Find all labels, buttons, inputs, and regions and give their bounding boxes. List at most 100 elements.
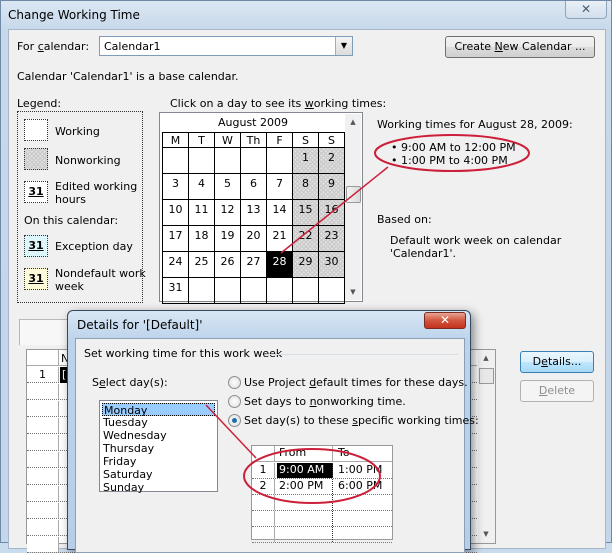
working-time-item: • 1:00 PM to 4:00 PM [391,154,508,167]
delete-button[interactable]: Delete [520,380,594,402]
calendar-dropdown[interactable]: Calendar1 ▼ [99,36,353,56]
times-row[interactable]: 1 9:00 AM 1:00 PM [252,463,392,479]
calendar-day-28[interactable]: 28 [266,251,293,278]
calendar-empty-cell [266,277,293,304]
option-nonworking-label[interactable]: Set days to nonworking time. [244,395,406,408]
details-button[interactable]: Details... [520,351,594,373]
calendar-empty-cell [266,147,293,174]
dialog-client-area: Set working time for this work week Sele… [75,338,479,553]
day-option-wednesday[interactable]: Wednesday [102,429,215,442]
working-time-item: • 9:00 AM to 12:00 PM [391,141,516,154]
nondefault-week-swatch: 31 [24,268,48,290]
grid-scrollbar[interactable]: ▲ ▼ [478,350,495,543]
calendar-day-22[interactable]: 22 [292,225,319,252]
weekday-header: Th [240,132,267,148]
day-option-friday[interactable]: Friday [102,455,215,468]
calendar-day-29[interactable]: 29 [292,251,319,278]
times-row[interactable] [252,527,392,543]
to-time-cell[interactable] [335,527,390,542]
legend-edited-label: Edited working hours [55,180,138,206]
day-option-sunday[interactable]: Sunday [102,481,215,494]
calendar-day-25[interactable]: 25 [188,251,215,278]
calendar-day-31[interactable]: 31 [162,277,189,304]
based-on-label: Based on: [377,213,432,226]
radio-default-times[interactable] [228,376,241,389]
working-times-grid[interactable]: From To 1 9:00 AM 1:00 PM 2 2:00 PM 6:00 PM [251,445,393,543]
from-time-cell[interactable] [277,495,333,510]
day-option-tuesday[interactable]: Tuesday [102,416,215,429]
legend-exception-label: Exception day [55,240,133,253]
calendar-day-2[interactable]: 2 [318,147,345,174]
option-specific-times-label[interactable]: Set day(s) to these specific working tim… [244,414,479,427]
base-calendar-note: Calendar 'Calendar1' is a base calendar. [17,70,239,83]
day-option-saturday[interactable]: Saturday [102,468,215,481]
calendar-month-title: August 2009 [218,116,288,129]
calendar-scrollbar[interactable]: ▲ ▼ [345,114,361,300]
weekday-header: M [162,132,189,148]
calendar-day-18[interactable]: 18 [188,225,215,252]
from-time-cell[interactable]: 2:00 PM [277,479,333,494]
from-time-cell[interactable]: 9:00 AM [277,463,333,478]
calendar-day-8[interactable]: 8 [292,173,319,200]
group-divider [266,354,458,355]
to-time-cell[interactable]: 6:00 PM [335,479,390,494]
times-row[interactable] [252,495,392,511]
scroll-thumb[interactable] [346,186,361,203]
calendar-day-27[interactable]: 27 [240,251,267,278]
calendar-day-6[interactable]: 6 [240,173,267,200]
based-on-value: Default work week on calendar 'Calendar1'… [390,234,562,260]
close-icon[interactable]: ✕ [424,312,466,329]
legend-nondefault-label: Nondefault work week [55,267,146,293]
chevron-down-icon[interactable]: ▼ [335,37,352,55]
weekday-header: S [292,132,319,148]
calendar-day-26[interactable]: 26 [214,251,241,278]
calendar-day-5[interactable]: 5 [214,173,241,200]
calendar-day-11[interactable]: 11 [188,199,215,226]
to-time-cell[interactable] [335,495,390,510]
edited-hours-swatch: 31 [24,181,48,203]
calendar-instruction: Click on a day to see its working times: [170,97,387,110]
month-calendar[interactable]: August 2009 M T W Th F S S 1 2 3 4 5 6 7 8 9 10 11 12 13 14… [159,112,363,304]
times-row[interactable]: 2 2:00 PM 6:00 PM [252,479,392,495]
calendar-day-21[interactable]: 21 [266,225,293,252]
day-option-monday[interactable]: Monday [102,403,215,417]
scroll-up-icon[interactable]: ▲ [345,118,361,126]
calendar-day-23[interactable]: 23 [318,225,345,252]
times-row[interactable] [252,511,392,527]
calendar-day-1[interactable]: 1 [292,147,319,174]
calendar-day-9[interactable]: 9 [318,173,345,200]
calendar-day-16[interactable]: 16 [318,199,345,226]
legend-working-label: Working [55,125,100,138]
day-option-thursday[interactable]: Thursday [102,442,215,455]
scroll-thumb[interactable] [479,368,494,384]
radio-nonworking[interactable] [228,395,241,408]
calendar-day-14[interactable]: 14 [266,199,293,226]
calendar-day-10[interactable]: 10 [162,199,189,226]
calendar-day-20[interactable]: 20 [240,225,267,252]
calendar-day-13[interactable]: 13 [240,199,267,226]
option-default-times-label[interactable]: Use Project default times for these days… [244,376,468,389]
radio-specific-times[interactable] [228,414,241,427]
from-time-cell[interactable] [277,527,333,542]
for-calendar-label: For calendar: [17,40,90,53]
scroll-down-icon[interactable]: ▼ [345,288,361,296]
calendar-day-12[interactable]: 12 [214,199,241,226]
calendar-day-24[interactable]: 24 [162,251,189,278]
scroll-up-icon[interactable]: ▲ [478,354,494,362]
calendar-day-7[interactable]: 7 [266,173,293,200]
to-time-cell[interactable] [335,511,390,526]
calendar-day-4[interactable]: 4 [188,173,215,200]
calendar-day-30[interactable]: 30 [318,251,345,278]
row-number: 1 [27,367,59,382]
to-time-cell[interactable]: 1:00 PM [335,463,390,478]
scroll-down-icon[interactable]: ▼ [478,530,494,538]
calendar-day-19[interactable]: 19 [214,225,241,252]
calendar-day-17[interactable]: 17 [162,225,189,252]
to-column-header: To [338,446,350,459]
create-new-calendar-button[interactable]: Create New Calendar ... [445,36,595,58]
calendar-day-3[interactable]: 3 [162,173,189,200]
from-time-cell[interactable] [277,511,333,526]
days-listbox[interactable]: Monday Tuesday Wednesday Thursday Friday Satu… [99,400,218,494]
calendar-day-15[interactable]: 15 [292,199,319,226]
close-icon[interactable]: ✕ [565,1,607,19]
